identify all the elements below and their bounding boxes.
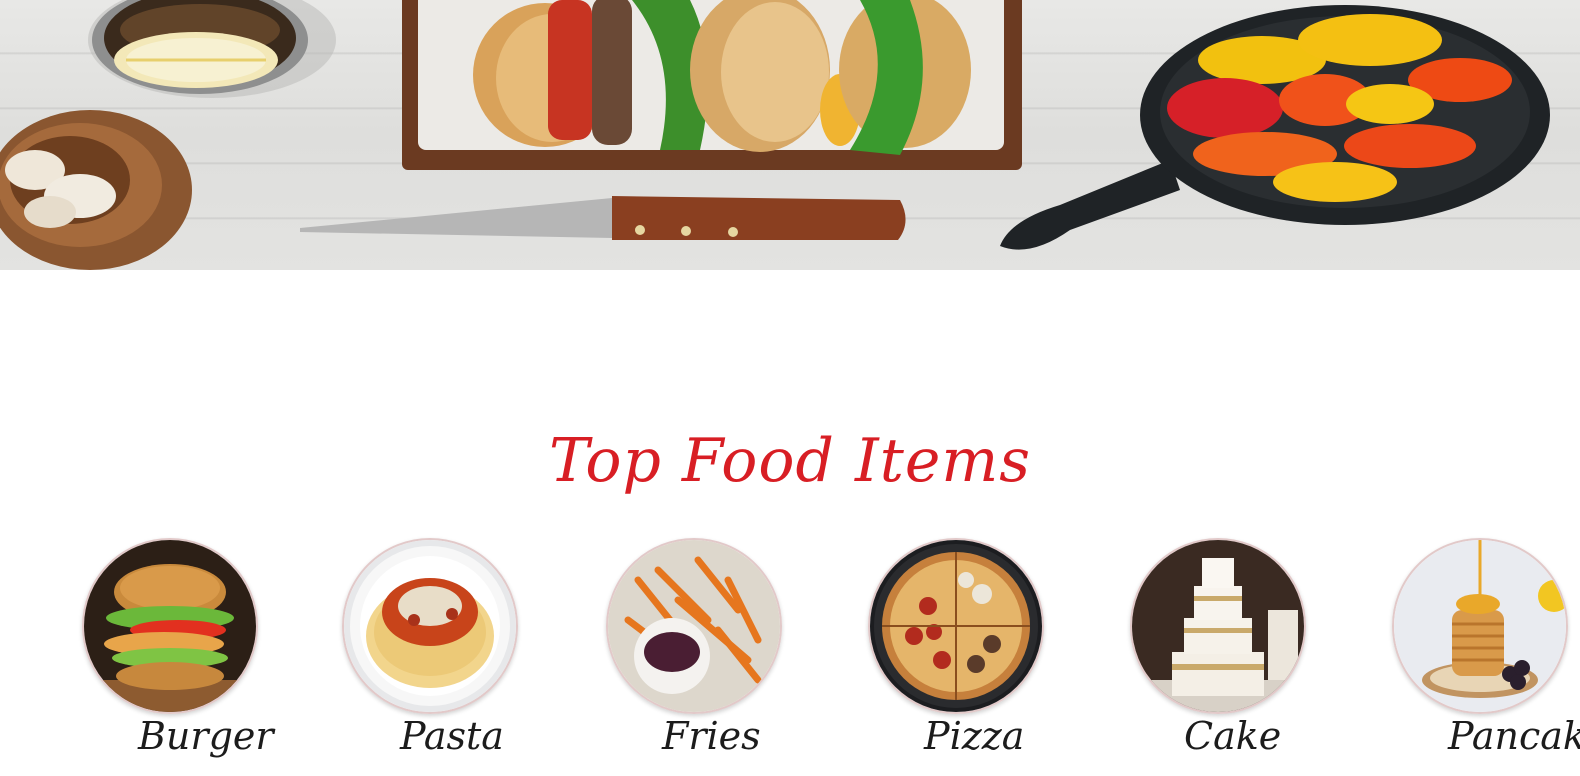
food-item-label: Cake (1184, 714, 1282, 758)
food-item-label: Burger (138, 714, 274, 758)
cake-icon[interactable] (1130, 538, 1306, 714)
food-item-pizza[interactable]: Pizza (868, 538, 1128, 776)
hero-banner (0, 0, 1580, 270)
burger-icon[interactable] (82, 538, 258, 714)
food-items-list: Burger Pasta Fries Pizza Cake Panca (0, 538, 1580, 776)
pancake-icon[interactable] (1392, 538, 1568, 714)
fries-icon[interactable] (606, 538, 782, 714)
pasta-icon[interactable] (342, 538, 518, 714)
section-title: Top Food Items (548, 426, 1032, 496)
page: Top Food Items Burger Pasta Fries Pizza … (0, 0, 1580, 776)
food-item-fries[interactable]: Fries (606, 538, 866, 776)
food-item-pasta[interactable]: Pasta (342, 538, 602, 776)
food-item-label: Pancake (1448, 714, 1580, 758)
pizza-icon[interactable] (868, 538, 1044, 714)
food-item-cake[interactable]: Cake (1130, 538, 1390, 776)
food-item-label: Pasta (400, 714, 504, 758)
food-item-pancake[interactable]: Pancake (1392, 538, 1580, 776)
food-item-label: Fries (662, 714, 761, 758)
hero-food-illustration (0, 0, 1550, 270)
food-item-label: Pizza (924, 714, 1025, 758)
food-item-burger[interactable]: Burger (82, 538, 342, 776)
